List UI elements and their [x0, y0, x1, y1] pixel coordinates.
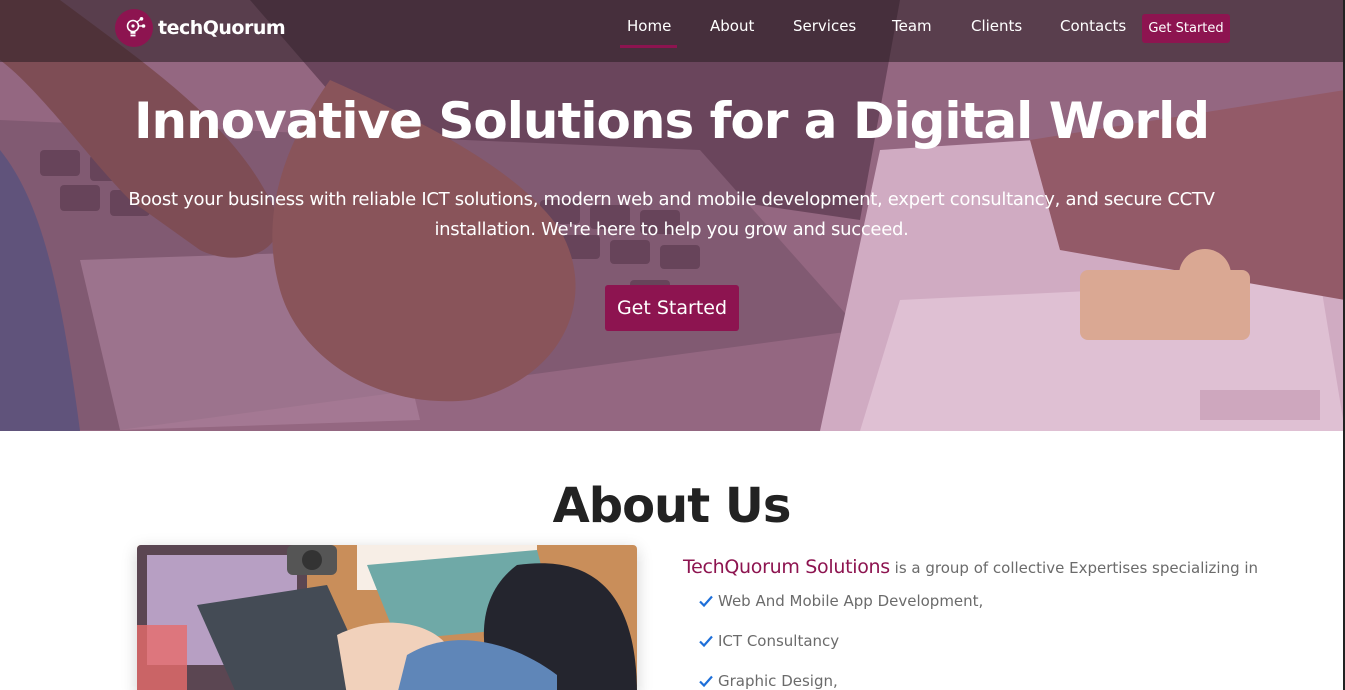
hero-title: Innovative Solutions for a Digital World — [133, 92, 1210, 150]
about-title: About Us — [552, 478, 792, 534]
hero-subtitle: Boost your business with reliable ICT so… — [128, 189, 1215, 240]
nav-clients[interactable]: Clients — [971, 17, 1022, 35]
nav-about[interactable]: About — [710, 17, 754, 35]
checkmark-icon — [699, 595, 713, 608]
about-lead-text: TechQuorum Solutions is a group of colle… — [683, 556, 1258, 578]
service-item: ICT Consultancy — [698, 632, 839, 650]
lightbulb-network-icon — [115, 9, 153, 47]
nav-services[interactable]: Services — [793, 17, 856, 35]
nav-team[interactable]: Team — [892, 17, 932, 35]
service-item: Graphic Design, — [698, 672, 838, 690]
nav-get-started-button[interactable]: Get Started — [1142, 14, 1230, 43]
company-name: TechQuorum Solutions — [683, 556, 890, 578]
nav-home[interactable]: Home — [627, 17, 671, 35]
brand-logo[interactable]: techQuorum — [115, 8, 286, 48]
nav-active-indicator — [620, 45, 677, 48]
service-label: ICT Consultancy — [718, 632, 840, 650]
nav-contacts[interactable]: Contacts — [1060, 17, 1126, 35]
service-label: Web And Mobile App Development, — [718, 592, 984, 610]
brand-name: techQuorum — [158, 17, 286, 39]
about-lead-suffix: is a group of collective Expertises spec… — [889, 559, 1259, 577]
about-image — [137, 545, 637, 690]
service-label: Graphic Design, — [718, 672, 838, 690]
checkmark-icon — [699, 635, 713, 648]
top-navbar: techQuorum Home About Services Team Clie… — [0, 0, 1345, 62]
hero-get-started-button[interactable]: Get Started — [605, 285, 739, 331]
service-item: Web And Mobile App Development, — [698, 592, 983, 610]
checkmark-icon — [699, 675, 713, 688]
